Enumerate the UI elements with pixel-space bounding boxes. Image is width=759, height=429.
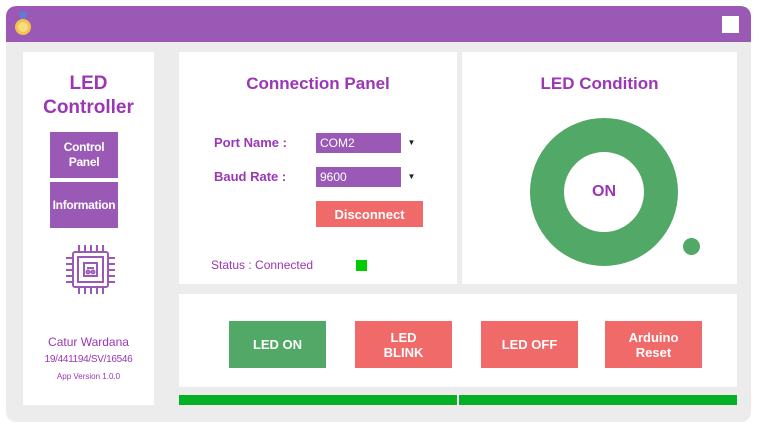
progress-bar — [179, 395, 737, 405]
status-indicator — [356, 260, 367, 271]
title-bar[interactable] — [6, 6, 751, 42]
chevron-down-icon[interactable]: ▼ — [401, 133, 422, 153]
led-off-button[interactable]: LED OFF — [481, 321, 578, 368]
app-title: LED Controller — [43, 73, 134, 118]
progress-divider — [457, 395, 459, 405]
led-on-button[interactable]: LED ON — [229, 321, 326, 368]
control-panel-button[interactable]: Control Panel — [50, 132, 118, 178]
led-condition-panel: LED Condition ON — [462, 52, 737, 284]
port-name-select[interactable]: COM2 ▼ — [316, 133, 422, 153]
led-blink-button[interactable]: LED BLINK — [355, 321, 452, 368]
led-dot-indicator — [683, 238, 700, 255]
author-name: Catur Wardana — [48, 335, 129, 349]
sidebar: LED Controller Control Panel Information — [23, 52, 154, 405]
arduino-reset-button[interactable]: Arduino Reset — [605, 321, 702, 368]
port-name-label: Port Name : — [214, 135, 287, 150]
microchip-icon — [66, 245, 115, 294]
led-condition-title: LED Condition — [540, 74, 659, 93]
chevron-down-icon[interactable]: ▼ — [401, 167, 422, 187]
information-button[interactable]: Information — [50, 182, 118, 228]
baud-rate-select[interactable]: 9600 ▼ — [316, 167, 422, 187]
connection-panel: Connection Panel Port Name : COM2 ▼ Baud… — [179, 52, 457, 284]
medal-icon — [15, 12, 31, 35]
led-state-text: ON — [592, 183, 616, 200]
connection-panel-title: Connection Panel — [246, 74, 390, 93]
status-text: Status : Connected — [211, 258, 314, 272]
app-version: App Version 1.0.0 — [56, 372, 121, 381]
disconnect-button[interactable]: Disconnect — [316, 201, 423, 227]
author-id: 19/441194/SV/16546 — [44, 354, 133, 365]
baud-rate-label: Baud Rate : — [214, 169, 287, 184]
action-panel: LED ON LED BLINK LED OFF Arduino Reset — [179, 294, 737, 387]
app-window: LED Controller Control Panel Information — [6, 6, 751, 422]
window-close-button[interactable] — [722, 16, 739, 33]
